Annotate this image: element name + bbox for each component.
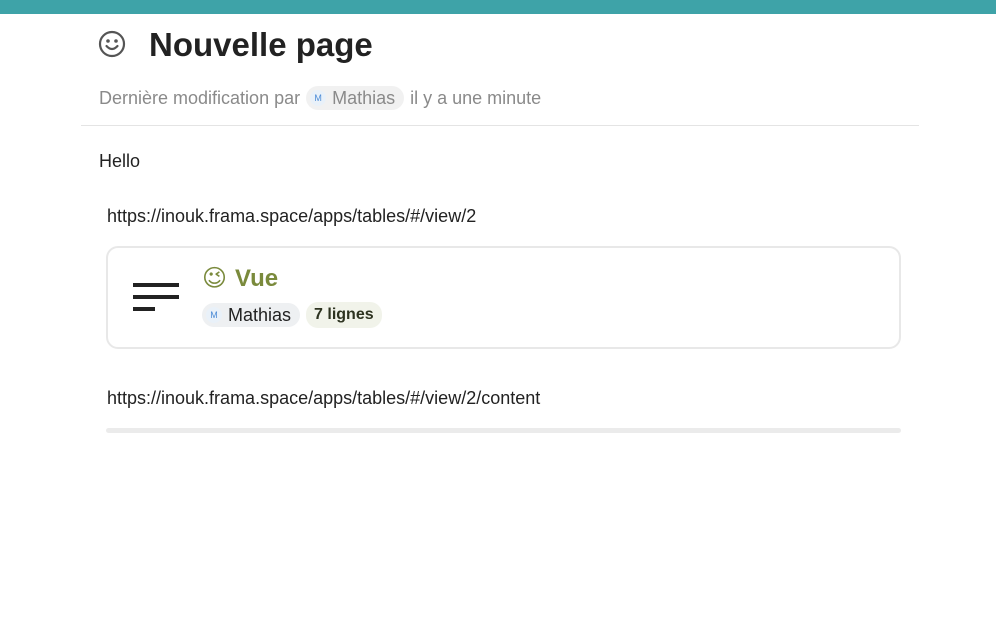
link-view-2[interactable]: https://inouk.frama.space/apps/tables/#/… [107, 206, 476, 227]
embed-loading-bar [106, 428, 901, 433]
card-owner-name: Mathias [228, 304, 292, 325]
wink-emoji-icon: 😉 [202, 265, 228, 292]
smiley-icon [98, 30, 126, 58]
page-emoji-button[interactable] [96, 28, 128, 60]
avatar: M [206, 307, 222, 323]
last-modified-prefix: Dernière modification par [99, 87, 301, 108]
page-title[interactable]: Nouvelle page [149, 26, 373, 64]
paragraph-hello[interactable]: Hello [99, 151, 140, 172]
page-header: Nouvelle page Dernière modification par … [81, 14, 919, 126]
rows-count-badge: 7 lignes [306, 302, 382, 328]
card-owner-chip[interactable]: M Mathias [202, 303, 301, 327]
card-title-text: Vue [235, 264, 279, 292]
table-view-icon [133, 283, 179, 311]
last-modified-suffix: il y a une minute [410, 87, 542, 108]
table-view-card[interactable]: 😉 Vue M Mathias 7 lignes [106, 246, 901, 349]
card-title[interactable]: 😉 Vue [202, 264, 278, 293]
top-accent-bar [0, 0, 996, 14]
last-modified-line: Dernière modification par M Mathias il y… [99, 85, 541, 111]
user-name: Mathias [332, 87, 396, 108]
user-chip[interactable]: M Mathias [306, 86, 405, 110]
link-view-2-content[interactable]: https://inouk.frama.space/apps/tables/#/… [107, 388, 540, 409]
avatar: M [310, 90, 327, 106]
card-meta: M Mathias 7 lignes [202, 302, 382, 328]
